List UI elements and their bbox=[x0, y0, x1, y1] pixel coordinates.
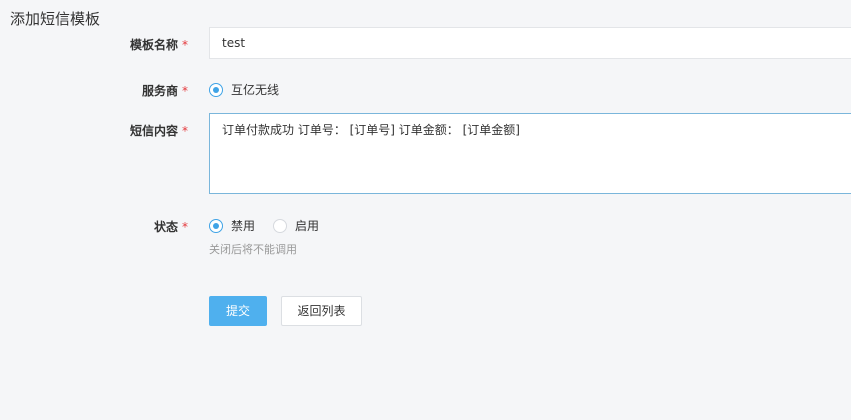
provider-option-label: 互亿无线 bbox=[231, 83, 280, 97]
status-hint: 关闭后将不能调用 bbox=[209, 243, 297, 256]
provider-label-text: 服务商 bbox=[141, 84, 178, 98]
template-name-input[interactable]: test bbox=[209, 27, 851, 59]
status-radio-group: 禁用 启用 bbox=[209, 217, 319, 234]
template-name-label: 模板名称 * bbox=[130, 36, 188, 53]
sms-content-label-text: 短信内容 bbox=[129, 124, 178, 138]
required-mark: * bbox=[182, 84, 188, 98]
status-option-enabled[interactable]: 启用 bbox=[273, 217, 319, 234]
provider-label: 服务商 * bbox=[142, 82, 188, 99]
template-name-label-text: 模板名称 bbox=[129, 38, 178, 52]
provider-option-huyi[interactable]: 互亿无线 bbox=[209, 81, 279, 98]
status-option-label: 启用 bbox=[295, 219, 320, 233]
required-mark: * bbox=[182, 38, 188, 52]
provider-radio-group: 互亿无线 bbox=[209, 81, 279, 98]
status-option-label: 禁用 bbox=[231, 219, 256, 233]
page-title: 添加短信模板 bbox=[10, 10, 101, 28]
radio-checked-icon[interactable] bbox=[209, 218, 223, 233]
status-label-text: 状态 bbox=[153, 220, 178, 234]
required-mark: * bbox=[182, 220, 188, 234]
radio-checked-icon[interactable] bbox=[209, 82, 223, 97]
sms-content-label: 短信内容 * bbox=[130, 122, 188, 139]
sms-content-textarea[interactable]: 订单付款成功 订单号： [订单号] 订单金额： [订单金额] bbox=[209, 113, 851, 194]
back-to-list-button[interactable]: 返回列表 bbox=[281, 296, 362, 326]
status-option-disabled[interactable]: 禁用 bbox=[209, 217, 255, 234]
radio-unchecked-icon[interactable] bbox=[273, 218, 288, 233]
status-label: 状态 * bbox=[154, 218, 188, 235]
submit-button[interactable]: 提交 bbox=[209, 296, 267, 326]
required-mark: * bbox=[182, 124, 188, 138]
